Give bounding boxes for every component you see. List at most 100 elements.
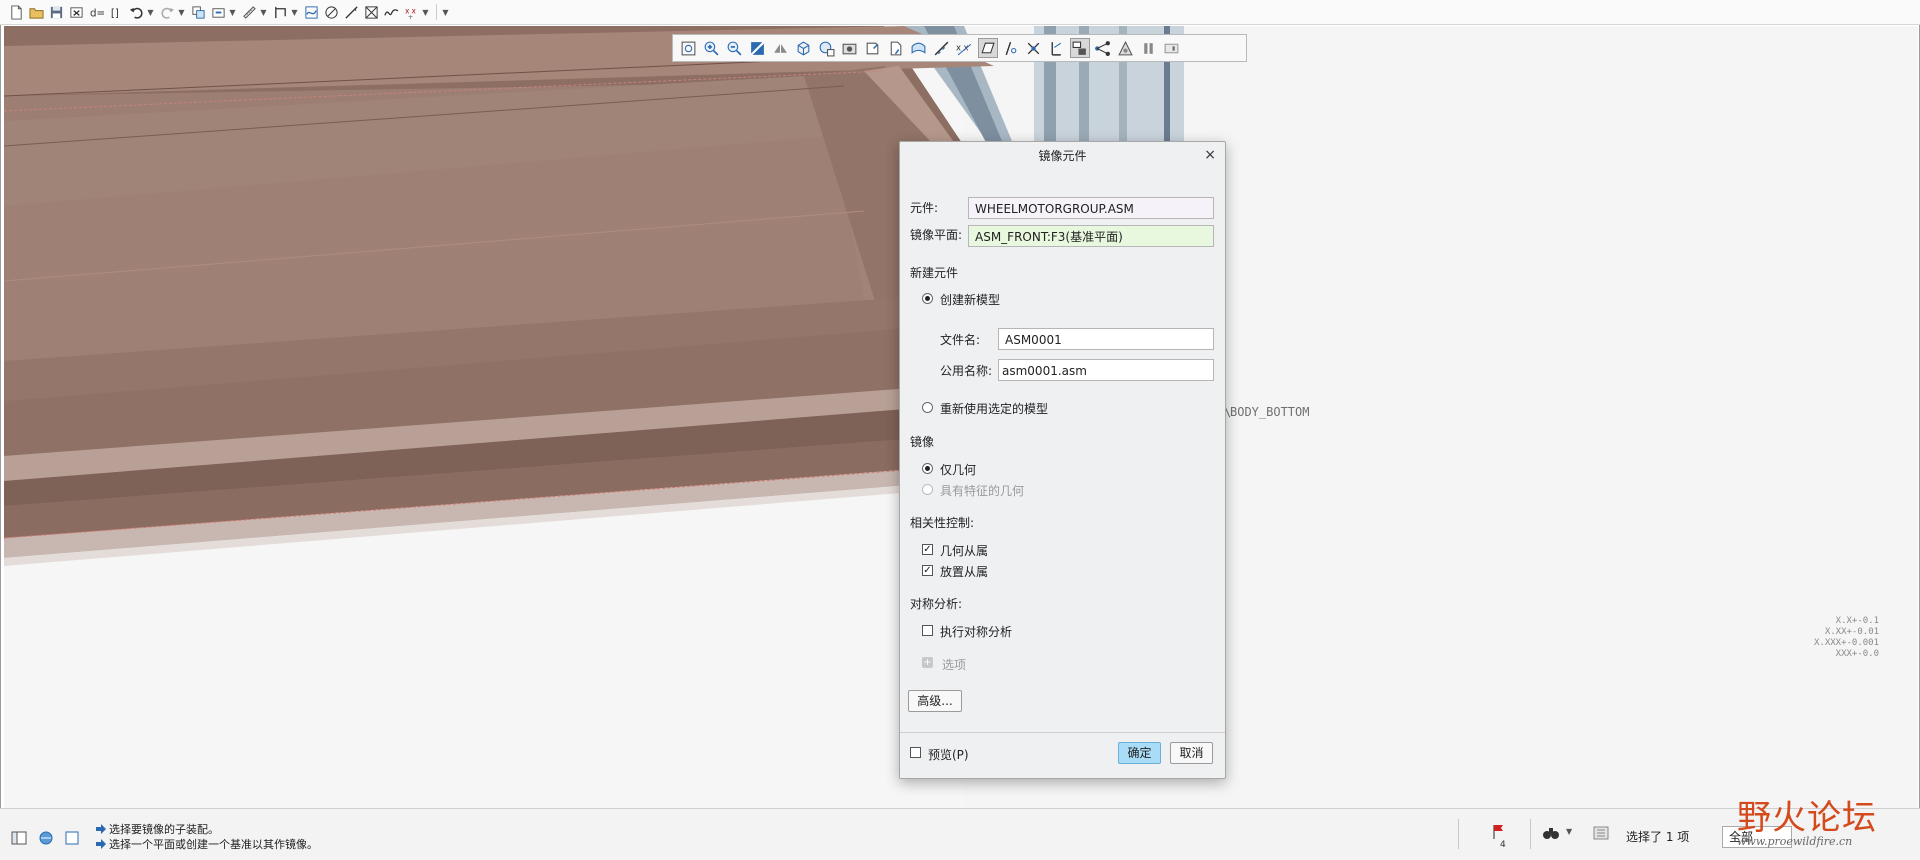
watermark: 野火论坛 www.proewildfire.cn	[1737, 790, 1877, 848]
zoom-out-icon[interactable]	[725, 38, 745, 58]
common-name-input[interactable]: asm0001.asm	[998, 359, 1214, 381]
appearance-icon[interactable]	[909, 38, 929, 58]
datum-dropdown-icon[interactable]: ▼	[290, 4, 299, 20]
open-folder-icon[interactable]	[28, 4, 44, 20]
geometry-only-label: 仅几何	[940, 463, 977, 477]
preview-label: 预览(P)	[928, 748, 969, 762]
advanced-button[interactable]: 高级...	[908, 690, 962, 712]
find-dropdown-icon[interactable]: ▼	[1566, 827, 1572, 836]
point-tags-icon[interactable]	[1047, 38, 1067, 58]
shading-icon[interactable]	[1116, 38, 1136, 58]
tolerance-row: X.XX+-0.01	[1824, 627, 1880, 637]
mirror-plane-field[interactable]: ASM_FRONT:F3(基准平面)	[968, 225, 1214, 247]
named-views-icon[interactable]	[863, 38, 883, 58]
new-file-icon[interactable]	[8, 4, 24, 20]
flag-count: 4	[1500, 840, 1506, 850]
svg-text:d=: d=	[89, 7, 103, 19]
geometry-only-radio[interactable]	[922, 463, 933, 474]
display-style-icon[interactable]	[771, 38, 791, 58]
rename-dropdown-icon[interactable]: ▼	[228, 4, 237, 20]
status-message-text: 选择一个平面或创建一个基准以其作镜像。	[109, 838, 318, 851]
spin-center-icon[interactable]	[1024, 38, 1044, 58]
find-icon[interactable]	[1542, 824, 1560, 842]
cancel-button[interactable]: 取消	[1170, 742, 1213, 764]
status-divider	[1530, 819, 1531, 849]
datum-point-display-icon[interactable]	[977, 38, 998, 58]
datum-display-icon[interactable]: x x +	[403, 4, 419, 20]
run-symmetry-analysis-label: 执行对称分析	[940, 625, 1013, 639]
reuse-selected-model-radio[interactable]	[922, 402, 933, 413]
mirror-component-dialog: 镜像元件 × 元件: WHEELMOTORGROUP.ASM 镜像平面: ASM…	[899, 141, 1226, 779]
run-symmetry-analysis-checkbox[interactable]	[922, 625, 933, 636]
datum-axis-display-icon[interactable]: xx	[955, 38, 975, 58]
redo-dropdown-icon[interactable]: ▼	[177, 4, 186, 20]
preview-checkbox[interactable]	[910, 747, 921, 758]
status-message-text: 选择要镜像的子装配。	[109, 823, 219, 836]
coordinate-system-display-icon[interactable]	[1001, 38, 1021, 58]
rename-icon[interactable]	[210, 4, 226, 20]
repaint-icon[interactable]	[748, 38, 768, 58]
component-field[interactable]: WHEELMOTORGROUP.ASM	[968, 197, 1214, 219]
next-step-icon[interactable]	[1162, 38, 1182, 58]
undo-dropdown-icon[interactable]: ▼	[146, 4, 155, 20]
create-new-model-label: 创建新模型	[940, 293, 1001, 307]
save-icon[interactable]	[48, 4, 64, 20]
coordinate-system-icon[interactable]	[363, 4, 379, 20]
expand-options-icon[interactable]: +	[922, 657, 933, 668]
file-name-input[interactable]: ASM0001	[998, 328, 1214, 350]
dialog-footer-divider	[900, 732, 1225, 733]
reuse-selected-model-label: 重新使用选定的模型	[940, 402, 1049, 416]
tolerance-row: X.X+-0.1	[1835, 616, 1880, 626]
saved-orientations-icon[interactable]	[794, 38, 814, 58]
svg-text:[]: []	[110, 7, 118, 19]
regenerate-icon[interactable]: []	[108, 4, 124, 20]
create-new-model-radio[interactable]	[922, 293, 933, 304]
placement-dependent-label: 放置从属	[940, 565, 989, 579]
mirror-plane-label: 镜像平面:	[910, 228, 963, 242]
file-name-label: 文件名:	[940, 333, 981, 347]
ok-button[interactable]: 确定	[1118, 742, 1161, 764]
axis-icon[interactable]	[343, 4, 359, 20]
geometry-dependent-label: 几何从属	[940, 544, 989, 558]
tolerance-row: XXX+-0.0	[1835, 649, 1880, 659]
selection-filter-icon[interactable]	[1069, 38, 1090, 58]
measure-dropdown-icon[interactable]: ▼	[259, 4, 268, 20]
tolerance-row: X.XXX+-0.001	[1814, 638, 1880, 648]
browser-toggle-icon[interactable]	[37, 829, 55, 847]
measure-icon[interactable]	[241, 4, 257, 20]
customize-toolbar-icon[interactable]: ▼	[441, 4, 450, 20]
selection-buffer-icon[interactable]	[1592, 824, 1610, 842]
placement-dependent-checkbox[interactable]: ✓	[922, 565, 933, 576]
redo-icon[interactable]	[159, 4, 175, 20]
relations-icon[interactable]: d=	[88, 4, 104, 20]
symmetry-section-title: 对称分析:	[910, 597, 963, 611]
refit-icon[interactable]	[679, 38, 699, 58]
point-icon[interactable]	[323, 4, 339, 20]
pause-icon[interactable]	[1139, 38, 1159, 58]
datum-display-dropdown-icon[interactable]: ▼	[421, 4, 430, 20]
close-icon[interactable]: ×	[1204, 147, 1216, 163]
zoom-in-icon[interactable]	[702, 38, 722, 58]
quick-access-toolbar: d= [] ▼ ▼ ▼ ▼ ▼ x x + ▼ ▼	[0, 0, 1920, 25]
undo-icon[interactable]	[128, 4, 144, 20]
options-label[interactable]: 选项	[942, 656, 966, 673]
annotation-display-icon[interactable]	[886, 38, 906, 58]
datum-plane-icon[interactable]	[272, 4, 288, 20]
full-screen-icon[interactable]	[63, 829, 81, 847]
perspective-icon[interactable]	[840, 38, 860, 58]
model-tree-icon[interactable]	[1093, 38, 1113, 58]
geometry-dependent-checkbox[interactable]: ✓	[922, 544, 933, 555]
status-divider	[1458, 819, 1459, 849]
spline-icon[interactable]	[383, 4, 399, 20]
navigator-toggle-icon[interactable]	[10, 829, 28, 847]
dependency-section-title: 相关性控制:	[910, 516, 975, 530]
copy-geometry-icon[interactable]	[190, 4, 206, 20]
datum-plane-display-icon[interactable]	[932, 38, 952, 58]
view-manager-icon[interactable]	[817, 38, 837, 58]
geometry-with-features-radio[interactable]	[922, 484, 933, 495]
new-component-section-title: 新建元件	[910, 266, 959, 280]
close-window-icon[interactable]	[68, 4, 84, 20]
sketch-icon[interactable]	[303, 4, 319, 20]
tolerance-table: X.X+-0.1 X.XX+-0.01 X.XXX+-0.001 XXX+-0.…	[1814, 616, 1879, 660]
flag-icon[interactable]	[1490, 823, 1508, 841]
